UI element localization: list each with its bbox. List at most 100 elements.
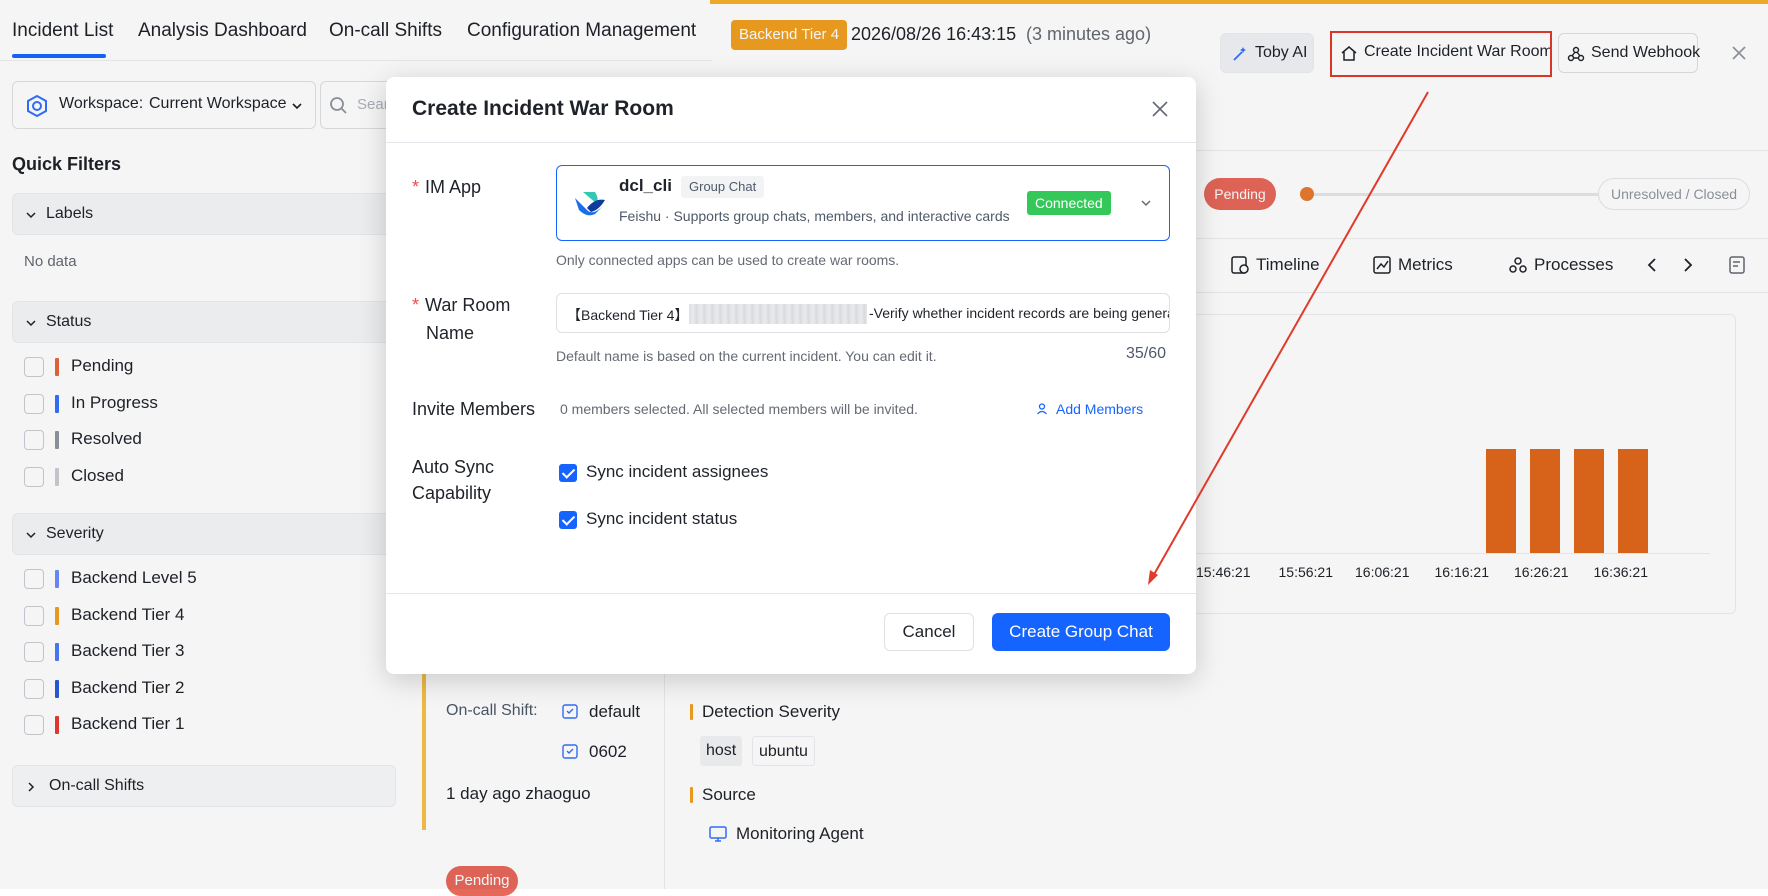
oncall-shift-value[interactable]: 0602	[589, 742, 627, 762]
auto-sync-label: Auto Sync	[412, 457, 495, 477]
redacted-text	[689, 304, 867, 324]
chevron-down-icon	[292, 103, 302, 110]
labels-title: Labels	[46, 205, 94, 222]
chart-bar[interactable]	[1618, 449, 1648, 553]
room-name-counter: 35/60	[1126, 345, 1167, 362]
chevron-down-icon	[26, 532, 36, 539]
room-name-input[interactable]: 【Backend Tier 4】 -Verify whether inciden…	[556, 293, 1170, 333]
severity-filter-label: Backend Tier 3	[71, 641, 185, 660]
severity-filter-checkbox[interactable]	[24, 642, 44, 662]
x-tick-label: 16:06:21	[1355, 564, 1410, 580]
status-filter-color-bar	[55, 431, 59, 449]
close-icon[interactable]	[1148, 97, 1172, 121]
tab-incident-list[interactable]: Incident List	[12, 20, 113, 42]
severity-filter-color-bar	[55, 716, 59, 734]
workspace-value: Current Workspace	[149, 95, 287, 112]
status-filter-checkbox[interactable]	[24, 357, 44, 377]
chart-bar[interactable]	[1486, 449, 1516, 553]
chart-baseline	[1190, 553, 1710, 554]
toby-ai-button[interactable]: Toby AI	[1220, 33, 1314, 73]
tag-ubuntu: ubuntu	[752, 736, 815, 766]
status-filter-checkbox[interactable]	[24, 466, 44, 487]
chevron-right-icon[interactable]	[1680, 256, 1696, 274]
status-section-header[interactable]: Status	[12, 301, 402, 343]
processes-icon	[1509, 257, 1527, 273]
oncall-section-header[interactable]: On-call Shifts	[12, 765, 396, 807]
status-filter-checkbox[interactable]	[24, 393, 44, 414]
create-group-chat-button[interactable]: Create Group Chat	[992, 613, 1170, 651]
chevron-left-icon[interactable]	[1644, 256, 1660, 274]
x-tick-label: 16:26:21	[1514, 564, 1569, 580]
timeline-icon	[1231, 256, 1249, 274]
source-title: Source	[690, 785, 756, 805]
x-tick-label: 16:36:21	[1593, 564, 1649, 580]
modal-title: Create Incident War Room	[412, 97, 674, 120]
status-title: Status	[46, 313, 92, 330]
workspace-select[interactable]: Workspace: Current Workspace	[12, 81, 316, 129]
sync-assignees-checkbox[interactable]	[559, 464, 577, 482]
tab-configuration-management[interactable]: Configuration Management	[467, 20, 696, 42]
sync-status-label: Sync incident status	[586, 509, 738, 528]
pending-status-pill: Pending	[446, 866, 518, 896]
active-tab-indicator	[12, 54, 106, 58]
workspace-icon	[27, 94, 47, 118]
labels-section-header[interactable]: Labels	[12, 193, 402, 235]
severity-filter-checkbox[interactable]	[24, 605, 44, 626]
severity-filter-checkbox[interactable]	[24, 678, 44, 699]
search-icon	[330, 97, 347, 114]
severity-filter-color-bar	[55, 679, 59, 698]
tab-analysis-dashboard[interactable]: Analysis Dashboard	[138, 20, 307, 42]
im-app-label: * IM App	[412, 177, 482, 197]
im-app-select[interactable]: dcl_cli Group Chat Feishu · Supports gro…	[556, 165, 1170, 241]
im-app-label-text: IM App	[425, 177, 482, 197]
modal-header-divider	[386, 142, 1196, 143]
status-filter-color-bar	[55, 394, 59, 413]
severity-filter-label: Backend Tier 1	[71, 714, 185, 733]
severity-section-header[interactable]: Severity	[12, 513, 402, 555]
app-tag: Group Chat	[681, 176, 765, 198]
status-filter-label: Pending	[71, 356, 134, 375]
tab-metrics-label: Metrics	[1398, 255, 1453, 274]
toby-ai-label: Toby AI	[1255, 44, 1308, 61]
chart-bar[interactable]	[1574, 449, 1604, 553]
auto-sync-label-line2: Capability	[412, 483, 492, 503]
incident-card-accent	[422, 674, 426, 830]
feishu-logo-icon	[575, 192, 605, 216]
add-members-button[interactable]: Add Members	[1037, 401, 1143, 417]
send-webhook-label: Send Webhook	[1591, 44, 1701, 61]
chevron-right-icon	[28, 782, 35, 792]
oncall-title: On-call Shifts	[49, 777, 145, 794]
chevron-down-icon	[1141, 200, 1151, 207]
oncall-shift-label: On-call Shift:	[446, 702, 538, 719]
tier-badge: Backend Tier 4	[731, 20, 848, 50]
add-user-icon	[1037, 403, 1047, 415]
workspace-label: Workspace:	[59, 95, 144, 112]
room-name-prefix: 【Backend Tier 4】	[567, 307, 689, 323]
room-name-label-line2: Name	[426, 323, 475, 343]
calendar-icon	[562, 744, 578, 759]
invite-members-hint: 0 members selected. All selected members…	[560, 401, 918, 417]
x-tick-label: 16:16:21	[1434, 564, 1490, 580]
invite-members-label: Invite Members	[412, 399, 536, 419]
close-icon[interactable]	[1730, 44, 1748, 62]
modal-footer-divider	[386, 593, 1196, 594]
severity-filter-color-bar	[55, 570, 59, 588]
panel-top-accent	[710, 0, 1768, 4]
notes-icon[interactable]	[1728, 255, 1748, 275]
sync-assignees-label: Sync incident assignees	[586, 462, 769, 481]
chart-bar[interactable]	[1530, 449, 1560, 553]
webhook-icon	[1567, 46, 1585, 62]
severity-filter-checkbox[interactable]	[24, 569, 44, 589]
severity-filter-checkbox[interactable]	[24, 715, 44, 735]
quick-filters-title: Quick Filters	[12, 154, 122, 174]
send-webhook-button[interactable]: Send Webhook	[1558, 33, 1701, 73]
severity-filter-label: Backend Level 5	[71, 568, 197, 587]
sync-status-checkbox[interactable]	[559, 511, 577, 529]
tab-oncall-shifts[interactable]: On-call Shifts	[329, 20, 442, 42]
x-tick-label: 15:56:21	[1278, 564, 1334, 580]
status-filter-checkbox[interactable]	[24, 430, 44, 450]
detection-severity-title: Detection Severity	[690, 702, 840, 722]
status-filter-color-bar	[55, 358, 59, 376]
cancel-button[interactable]: Cancel	[884, 613, 974, 651]
oncall-shift-value[interactable]: default	[589, 702, 640, 722]
